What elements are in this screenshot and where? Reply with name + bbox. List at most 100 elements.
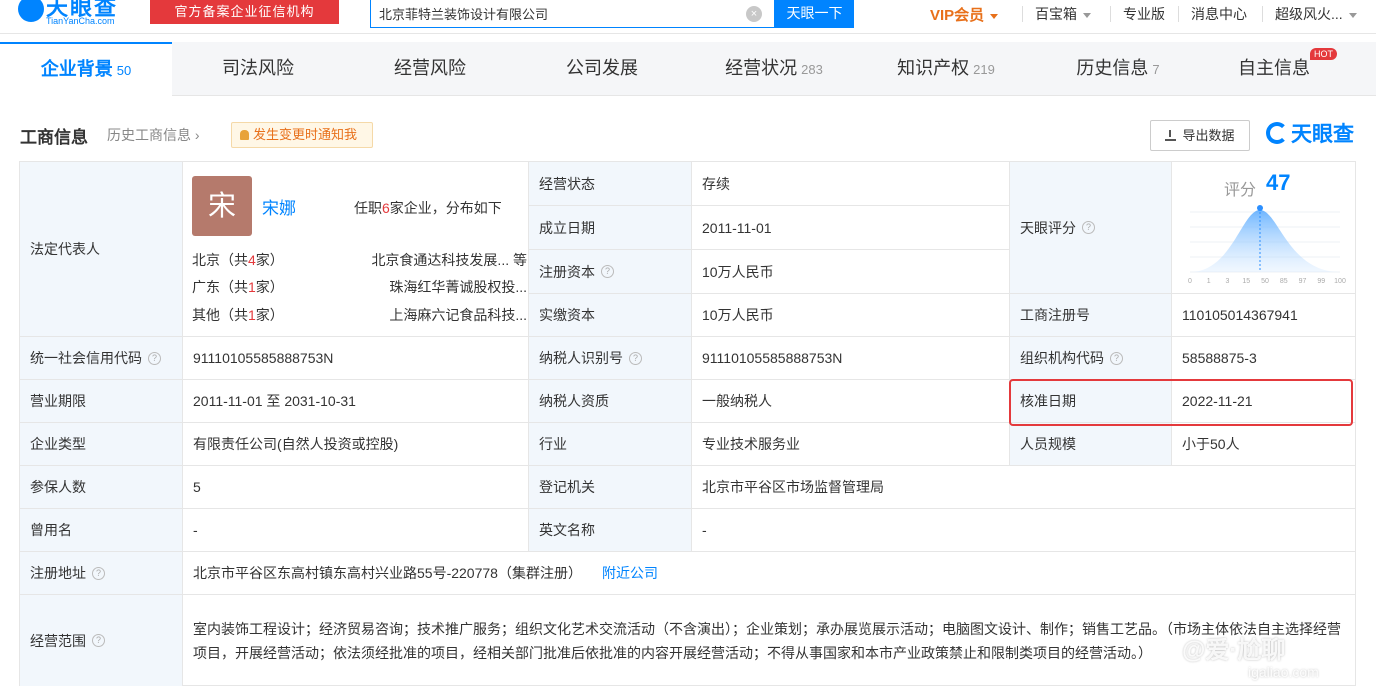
- value-business-term: 2011-11-01 至 2031-10-31: [183, 380, 529, 423]
- label-found-date: 成立日期: [529, 206, 692, 250]
- user-label: 超级风火...: [1275, 6, 1343, 22]
- summary-count: 6: [382, 200, 390, 216]
- label-credit-code: 统一社会信用代码?: [20, 337, 183, 380]
- help-icon[interactable]: ?: [629, 351, 642, 365]
- score-marker: [1257, 205, 1263, 211]
- region-name: 北京（共: [192, 252, 248, 268]
- label-text: 参保人数: [30, 479, 86, 495]
- label-text: 企业类型: [30, 436, 86, 452]
- label-text: 实缴资本: [539, 307, 595, 323]
- help-icon[interactable]: ?: [148, 351, 161, 365]
- tab-company-background[interactable]: 企业背景 50: [0, 42, 172, 96]
- region-row-guangdong: 广东（共1家）: [192, 277, 284, 297]
- section-title: 工商信息: [20, 128, 88, 147]
- value-tax-id: 91110105585888753N: [692, 337, 1010, 380]
- logo-subtext: TianYanCha.com: [46, 16, 115, 26]
- label-authority: 登记机关: [529, 466, 692, 509]
- region-name: 广东（共: [192, 279, 248, 295]
- label-tax-qualification: 纳税人资质: [529, 380, 692, 423]
- tab-development[interactable]: 公司发展: [516, 42, 688, 96]
- region-company-guangdong[interactable]: 珠海红华菁诚股权投...: [337, 277, 527, 297]
- tab-label: 自主信息: [1238, 58, 1310, 78]
- score-widget[interactable]: 评分 47 0 1 3 15 50 85 97 99 100: [1172, 162, 1356, 293]
- label-industry: 行业: [529, 423, 692, 466]
- label-reg-capital: 注册资本?: [529, 250, 692, 294]
- value-tax-qualification: 一般纳税人: [692, 380, 1010, 423]
- tab-label: 经营风险: [394, 58, 466, 78]
- help-icon[interactable]: ?: [92, 634, 105, 647]
- top-bar: 天眼查 TianYanCha.com 官方备案企业征信机构 × 天眼一下 VIP…: [0, 0, 1376, 34]
- label-text: 纳税人资质: [539, 393, 609, 409]
- label-paid-capital: 实缴资本: [529, 294, 692, 337]
- toolbox-menu[interactable]: 百宝箱: [1035, 4, 1091, 24]
- tab-history[interactable]: 历史信息 7: [1032, 42, 1204, 96]
- tab-operations[interactable]: 经营状况 283: [688, 42, 860, 96]
- value-former-name: -: [183, 509, 529, 552]
- label-text: 登记机关: [539, 479, 595, 495]
- avatar[interactable]: 宋: [192, 176, 252, 236]
- value-found-date: 2011-11-01: [692, 206, 1010, 250]
- export-label: 导出数据: [1182, 128, 1235, 143]
- tab-judicial-risk[interactable]: 司法风险: [172, 42, 344, 96]
- tab-operational-risk[interactable]: 经营风险: [344, 42, 516, 96]
- chevron-down-icon: [990, 13, 999, 19]
- divider: [1022, 6, 1023, 22]
- user-menu[interactable]: 超级风火...: [1275, 4, 1357, 24]
- history-link-label: 历史工商信息: [107, 127, 191, 143]
- clear-icon[interactable]: ×: [746, 6, 762, 22]
- label-text: 注册地址: [30, 565, 86, 581]
- summary-text: 家企业，分布如下: [389, 200, 502, 216]
- label-text: 曾用名: [30, 522, 72, 538]
- label-reg-number: 工商注册号: [1010, 294, 1172, 337]
- region-company-other[interactable]: 上海麻六记食品科技...: [337, 305, 527, 325]
- label-business-term: 营业期限: [20, 380, 183, 423]
- label-text: 组织机构代码: [1020, 350, 1104, 366]
- vip-menu[interactable]: VIP会员: [930, 4, 999, 25]
- value-address: 北京市平谷区东高村镇东高村兴业路55号-220778（集群注册） 附近公司: [183, 552, 1356, 595]
- label-text: 统一社会信用代码: [30, 350, 142, 366]
- value-insured: 5: [183, 466, 529, 509]
- label-company-type: 企业类型: [20, 423, 183, 466]
- help-icon[interactable]: ?: [601, 265, 614, 278]
- help-icon[interactable]: ?: [1110, 351, 1123, 365]
- nearby-companies-link[interactable]: 附近公司: [602, 563, 658, 583]
- chevron-right-icon: ›: [191, 127, 200, 143]
- messages-link[interactable]: 消息中心: [1191, 4, 1247, 24]
- label-score: 天眼评分?: [1010, 162, 1172, 294]
- export-button[interactable]: 导出数据: [1150, 120, 1250, 151]
- tab-label: 公司发展: [566, 58, 638, 78]
- score-axis-tick: 99: [1317, 278, 1325, 285]
- history-link[interactable]: 历史工商信息 ›: [107, 125, 200, 145]
- label-text: 经营状态: [539, 175, 595, 192]
- help-icon[interactable]: ?: [1082, 221, 1095, 234]
- score-axis-tick: 97: [1299, 278, 1307, 285]
- value-org-code: 58588875-3: [1172, 337, 1356, 380]
- legal-rep-summary: 任职6家企业，分布如下: [354, 198, 502, 218]
- value-business-scope: 室内装饰工程设计；经济贸易咨询；技术推广服务；组织文化艺术交流活动（不含演出）；…: [193, 620, 1341, 661]
- legal-rep-name[interactable]: 宋娜: [262, 194, 296, 219]
- notify-button[interactable]: 发生变更时通知我: [231, 122, 373, 148]
- label-staff-size: 人员规模: [1010, 423, 1172, 466]
- notify-label: 发生变更时通知我: [253, 127, 358, 142]
- help-icon[interactable]: ?: [92, 566, 105, 580]
- search-input[interactable]: [371, 0, 731, 26]
- score-axis-tick: 1: [1207, 278, 1211, 285]
- score-axis-tick: 3: [1226, 278, 1230, 285]
- tab-intellectual-property[interactable]: 知识产权 219: [860, 42, 1032, 96]
- download-icon: [1165, 130, 1177, 141]
- value-company-type: 有限责任公司(自然人投资或控股): [183, 423, 529, 466]
- value-reg-capital: 10万人民币: [692, 250, 1010, 294]
- tab-count: 7: [1152, 62, 1160, 77]
- value-english-name: -: [692, 509, 1356, 552]
- pro-link[interactable]: 专业版: [1123, 4, 1165, 24]
- score-axis-tick: 0: [1188, 278, 1192, 285]
- tab-label: 企业背景: [40, 59, 113, 79]
- region-count: 4: [248, 252, 256, 268]
- region-company-beijing[interactable]: 北京食通达科技发展... 等: [337, 250, 527, 270]
- region-suffix: 家）: [255, 252, 284, 268]
- brand-icon: [1266, 122, 1288, 144]
- main-tabs: 企业背景 50 司法风险 经营风险 公司发展 经营状况 283 知识产权 219 历史…: [0, 42, 1376, 96]
- search-button[interactable]: 天眼一下: [775, 0, 854, 28]
- site-logo[interactable]: 天眼查 TianYanCha.com: [18, 0, 148, 30]
- label-text: 英文名称: [539, 522, 595, 538]
